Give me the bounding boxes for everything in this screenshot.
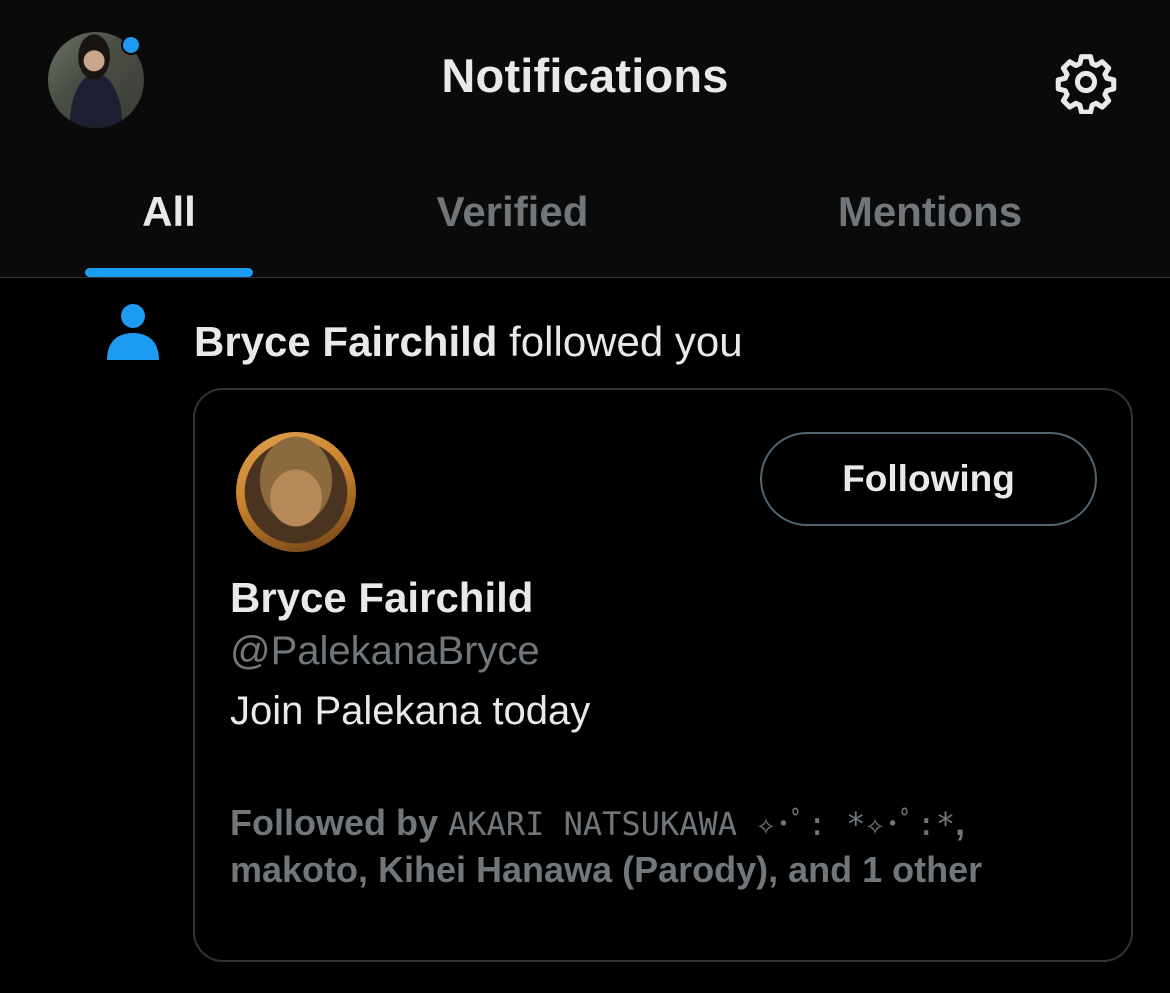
notification-text[interactable]: Bryce Fairchild followed you xyxy=(194,318,743,366)
user-display-name[interactable]: Bryce Fairchild xyxy=(230,574,533,622)
settings-button[interactable] xyxy=(1052,50,1120,115)
followed-by-text[interactable]: Followed by AKARI NATSUKAWA ✧･ﾟ: *✧･ﾟ:*,… xyxy=(230,800,1110,893)
tab-mentions[interactable]: Mentions xyxy=(800,188,1060,238)
top-bar: Notifications All Verified Mentions xyxy=(0,0,1170,278)
tab-all[interactable]: All xyxy=(85,188,253,238)
page-title: Notifications xyxy=(441,49,729,102)
user-avatar[interactable] xyxy=(236,432,356,552)
active-tab-indicator xyxy=(85,268,253,277)
tab-verified[interactable]: Verified xyxy=(400,188,625,238)
followed-by-prefix: Followed by xyxy=(230,802,449,843)
person-icon xyxy=(104,302,162,362)
following-button[interactable]: Following xyxy=(760,432,1097,526)
notification-action: followed you xyxy=(497,318,743,365)
notification-actor-name[interactable]: Bryce Fairchild xyxy=(194,318,497,365)
gear-icon xyxy=(1055,54,1117,115)
user-bio: Join Palekana today xyxy=(230,689,591,733)
user-handle: @PalekanaBryce xyxy=(230,629,540,673)
followed-by-first-user: AKARI NATSUKAWA ✧･ﾟ: *✧･ﾟ:* xyxy=(448,805,956,843)
